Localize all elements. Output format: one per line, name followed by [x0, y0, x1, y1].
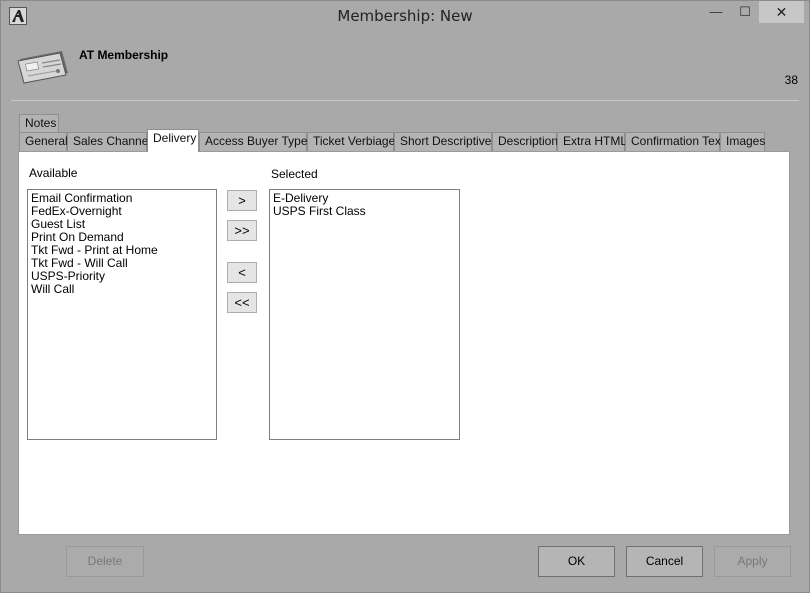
maximize-button[interactable]: ☐: [730, 1, 760, 23]
tab-sales-channel[interactable]: Sales Channel: [67, 132, 151, 152]
selected-list[interactable]: E-Delivery USPS First Class: [269, 189, 460, 440]
move-all-left-button[interactable]: <<: [227, 292, 257, 313]
membership-card-icon: [16, 47, 70, 85]
tab-confirmation-text[interactable]: Confirmation Text: [625, 132, 724, 152]
tab-images[interactable]: Images: [720, 132, 765, 152]
minimize-button[interactable]: —: [701, 1, 731, 23]
tab-general[interactable]: General: [19, 132, 68, 152]
selected-label: Selected: [271, 167, 318, 181]
membership-window: Membership: New — ☐ ✕ AT Membership 38 N…: [0, 0, 810, 593]
cancel-button[interactable]: Cancel: [626, 546, 703, 577]
tab-access-buyer-types[interactable]: Access Buyer Types: [199, 132, 314, 152]
header-title: AT Membership: [79, 48, 169, 62]
tab-notes[interactable]: Notes: [19, 114, 59, 134]
list-item[interactable]: USPS First Class: [273, 205, 456, 218]
available-label: Available: [29, 166, 78, 180]
tab-description[interactable]: Description: [492, 132, 558, 152]
delete-button[interactable]: Delete: [66, 546, 144, 577]
move-all-right-button[interactable]: >>: [227, 220, 257, 241]
tab-extra-html[interactable]: Extra HTML: [557, 132, 627, 152]
tab-delivery[interactable]: Delivery: [147, 129, 199, 152]
move-left-button[interactable]: <: [227, 262, 257, 283]
title-bar[interactable]: Membership: New — ☐ ✕: [1, 1, 809, 31]
available-list[interactable]: Email Confirmation FedEx-Overnight Guest…: [27, 189, 217, 440]
list-item[interactable]: Will Call: [31, 283, 213, 296]
delivery-panel: Available Selected Email Confirmation Fe…: [18, 151, 790, 535]
window-title: Membership: New: [337, 7, 473, 25]
tab-short-descriptives[interactable]: Short Descriptives: [394, 132, 497, 152]
header-divider: [11, 100, 799, 101]
move-right-button[interactable]: >: [227, 190, 257, 211]
close-button[interactable]: ✕: [759, 1, 804, 23]
tab-ticket-verbiage[interactable]: Ticket Verbiage: [307, 132, 395, 152]
ok-button[interactable]: OK: [538, 546, 615, 577]
apply-button[interactable]: Apply: [714, 546, 791, 577]
header-count: 38: [784, 73, 798, 87]
